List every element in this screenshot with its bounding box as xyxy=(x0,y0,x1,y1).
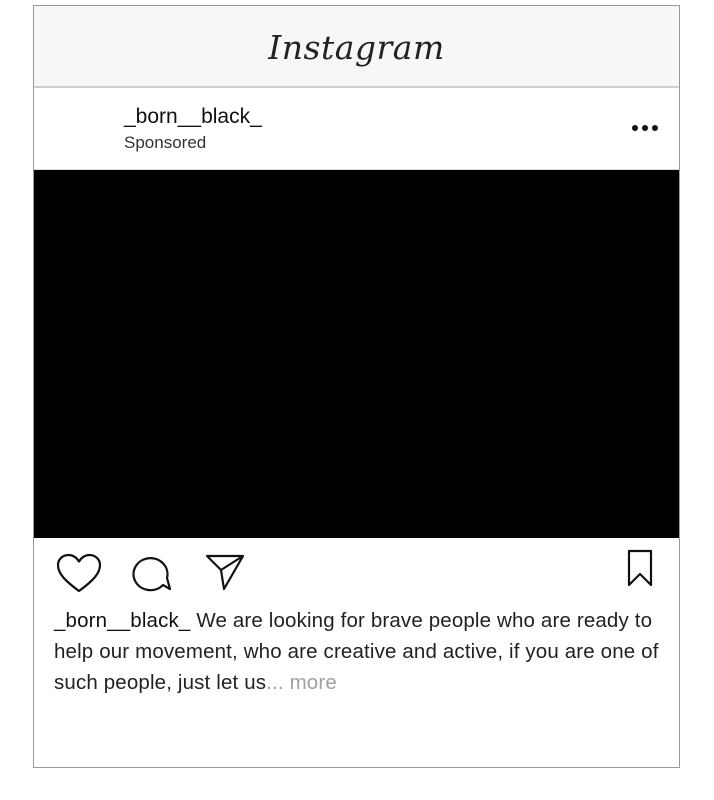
save-button[interactable] xyxy=(626,549,654,587)
sponsored-label: Sponsored xyxy=(124,133,207,152)
post-caption: _born__black_ We are looking for brave p… xyxy=(54,605,666,698)
post-media[interactable] xyxy=(34,170,679,538)
caption-ellipsis: ... xyxy=(266,671,284,694)
caption-username[interactable]: _born__black_ xyxy=(54,609,190,632)
comment-button[interactable] xyxy=(129,552,173,594)
comment-icon xyxy=(132,557,172,592)
heart-icon xyxy=(56,553,102,593)
post-username[interactable]: _born__black_ xyxy=(124,105,262,129)
share-button[interactable] xyxy=(204,552,246,592)
instagram-post-frame: Instagram _born__black_ Sponsored _born_… xyxy=(33,5,680,768)
like-button[interactable] xyxy=(55,552,103,594)
app-header: Instagram xyxy=(34,6,679,88)
more-link[interactable]: more xyxy=(290,671,337,694)
more-options-button[interactable] xyxy=(629,114,661,142)
post-header: _born__black_ Sponsored xyxy=(34,88,679,170)
bookmark-icon xyxy=(627,549,653,587)
send-icon xyxy=(205,554,245,591)
more-options-icon xyxy=(632,125,658,131)
instagram-logo: Instagram xyxy=(268,27,445,67)
action-bar xyxy=(34,538,679,606)
